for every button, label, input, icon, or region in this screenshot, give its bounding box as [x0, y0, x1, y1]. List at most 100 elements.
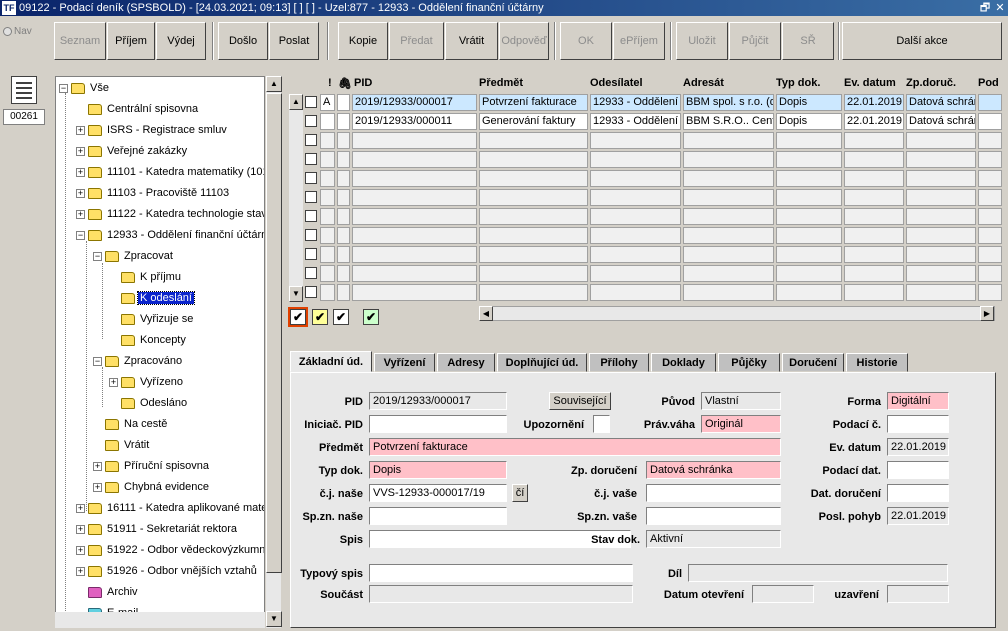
- grid-cell-zpdoruc[interactable]: [906, 132, 976, 149]
- row-checkbox[interactable]: [305, 172, 317, 184]
- scroll-up-icon[interactable]: ▲: [289, 94, 303, 110]
- grid-cell-zpdoruc[interactable]: [906, 208, 976, 225]
- row-checkbox[interactable]: [305, 191, 317, 203]
- grid-cell-pid[interactable]: [352, 227, 477, 244]
- expand-icon[interactable]: +: [76, 566, 85, 576]
- col-header-pod[interactable]: Pod: [978, 74, 999, 92]
- expand-icon[interactable]: +: [76, 524, 85, 534]
- tree-vscrollbar[interactable]: ▲ ▼: [265, 76, 282, 628]
- grid-cell-adresat[interactable]: [683, 246, 774, 263]
- grid-cell-zpdoruc[interactable]: [906, 151, 976, 168]
- grid-cell-typ[interactable]: [776, 170, 842, 187]
- grid-cell-predmet[interactable]: [479, 189, 588, 206]
- tab-historie[interactable]: Historie: [846, 353, 908, 372]
- restore-icon[interactable]: 🗗: [978, 1, 992, 15]
- tree-item[interactable]: + Chybná evidence: [93, 479, 211, 495]
- prijem-button[interactable]: Příjem: [107, 22, 155, 60]
- tree-item[interactable]: Koncepty: [109, 332, 188, 348]
- tree-hscrollbar[interactable]: [55, 612, 265, 628]
- pravvaha-field[interactable]: Originál: [701, 415, 781, 433]
- vratit-button[interactable]: Vrátit: [445, 22, 498, 60]
- grid-cell-adresat[interactable]: [683, 170, 774, 187]
- grid-cell-odesilatel[interactable]: [590, 189, 681, 206]
- expand-icon[interactable]: +: [76, 188, 85, 198]
- grid-cell-predmet[interactable]: Generování faktury: [479, 113, 588, 130]
- grid-cell-evdatum[interactable]: [844, 284, 904, 301]
- document-list-icon[interactable]: [11, 76, 37, 104]
- grid-cell-typ[interactable]: [776, 189, 842, 206]
- tree-item[interactable]: +51926 - Odbor vnějších vztahů: [76, 563, 259, 579]
- grid-cell-typ[interactable]: [776, 227, 842, 244]
- row-checkbox[interactable]: [305, 96, 317, 108]
- cjnase-field[interactable]: VVS-12933-000017/19: [369, 484, 507, 502]
- grid-cell-odesilatel[interactable]: [590, 170, 681, 187]
- spznvase-field[interactable]: [646, 507, 781, 525]
- uzavreni-field[interactable]: [887, 585, 949, 603]
- ok-button[interactable]: OK: [560, 22, 612, 60]
- tree-item[interactable]: Vyřizuje se: [109, 311, 195, 327]
- grid-cell-odesilatel[interactable]: [590, 284, 681, 301]
- row-checkbox[interactable]: [305, 267, 317, 279]
- row-checkbox[interactable]: [305, 134, 317, 146]
- grid-vscrollbar[interactable]: ▲ ▼: [289, 94, 303, 302]
- grid-cell-odesilatel[interactable]: [590, 265, 681, 282]
- grid-cell-typ[interactable]: Dopis: [776, 94, 842, 111]
- stavdok-field[interactable]: Aktivní: [646, 530, 781, 548]
- iniciac-pid-field[interactable]: [369, 415, 507, 433]
- filter-checkbox-white[interactable]: ✔: [333, 309, 349, 325]
- seznam-button[interactable]: Seznam: [54, 22, 106, 60]
- typovyspis-field[interactable]: [369, 564, 633, 582]
- col-header-evdatum[interactable]: Ev. datum: [844, 74, 896, 92]
- grid-cell-typ[interactable]: [776, 265, 842, 282]
- tree-item[interactable]: − 12933 - Oddělení finanční účtárny: [76, 227, 264, 243]
- upozorneni-checkbox[interactable]: [593, 415, 610, 433]
- datdoruc-field[interactable]: [887, 484, 949, 502]
- grid-cell-pod[interactable]: [978, 132, 1002, 149]
- grid-cell-pid[interactable]: [352, 170, 477, 187]
- tree-item[interactable]: K příjmu: [109, 269, 183, 285]
- tab-doplnujici[interactable]: Doplňující úd.: [497, 353, 587, 372]
- grid-hscrollbar[interactable]: ◀ ▶: [479, 306, 995, 321]
- grid-cell-typ[interactable]: [776, 246, 842, 263]
- scroll-right-icon[interactable]: ▶: [980, 306, 994, 321]
- tree-item-selected[interactable]: K odeslání: [109, 290, 195, 306]
- odpoved-button[interactable]: Odpověď: [499, 22, 549, 60]
- grid-cell-pod[interactable]: [978, 94, 1002, 111]
- grid-cell-predmet[interactable]: [479, 170, 588, 187]
- grid-cell-evdatum[interactable]: [844, 170, 904, 187]
- grid-cell-evdatum[interactable]: [844, 189, 904, 206]
- grid-cell-predmet[interactable]: [479, 284, 588, 301]
- grid-cell-zpdoruc[interactable]: [906, 189, 976, 206]
- grid-cell-pod[interactable]: [978, 189, 1002, 206]
- grid-cell-pid[interactable]: 2019/12933/000017: [352, 94, 477, 111]
- soucast-field[interactable]: [369, 585, 633, 603]
- col-header-predmet[interactable]: Předmět: [479, 74, 523, 92]
- grid-cell-pod[interactable]: [978, 113, 1002, 130]
- col-header-typ[interactable]: Typ dok.: [776, 74, 820, 92]
- grid-cell-predmet[interactable]: [479, 132, 588, 149]
- expand-icon[interactable]: +: [76, 146, 85, 156]
- expand-icon[interactable]: +: [76, 125, 85, 135]
- grid-cell-odesilatel[interactable]: [590, 132, 681, 149]
- grid-cell-evdatum[interactable]: 22.01.2019: [844, 113, 904, 130]
- souvisejici-button[interactable]: Související: [549, 392, 611, 410]
- paperclip-icon[interactable]: 🖇: [338, 74, 352, 92]
- grid-cell-typ[interactable]: [776, 208, 842, 225]
- col-header-odesilatel[interactable]: Odesílatel: [590, 74, 643, 92]
- expand-icon[interactable]: +: [76, 167, 85, 177]
- grid-cell-predmet[interactable]: [479, 151, 588, 168]
- grid-cell-pid[interactable]: [352, 208, 477, 225]
- grid-cell-adresat[interactable]: [683, 265, 774, 282]
- grid-cell-pod[interactable]: [978, 284, 1002, 301]
- tree-item[interactable]: +11101 - Katedra matematiky (101): [76, 164, 264, 180]
- col-header-adresat[interactable]: Adresát: [683, 74, 724, 92]
- col-header-zpdoruc[interactable]: Zp.doruč.: [906, 74, 956, 92]
- grid-cell-pid[interactable]: 2019/12933/000011: [352, 113, 477, 130]
- collapse-icon[interactable]: −: [93, 356, 102, 366]
- tree-item[interactable]: +11103 - Pracoviště 11103: [76, 185, 231, 201]
- expand-icon[interactable]: +: [76, 545, 85, 555]
- tree-item[interactable]: +51922 - Odbor vědeckovýzkumné činnosti: [76, 542, 264, 558]
- pujcit-button[interactable]: Půjčit: [729, 22, 781, 60]
- grid-cell-evdatum[interactable]: [844, 151, 904, 168]
- tree-item[interactable]: + ISRS - Registrace smluv: [76, 122, 229, 138]
